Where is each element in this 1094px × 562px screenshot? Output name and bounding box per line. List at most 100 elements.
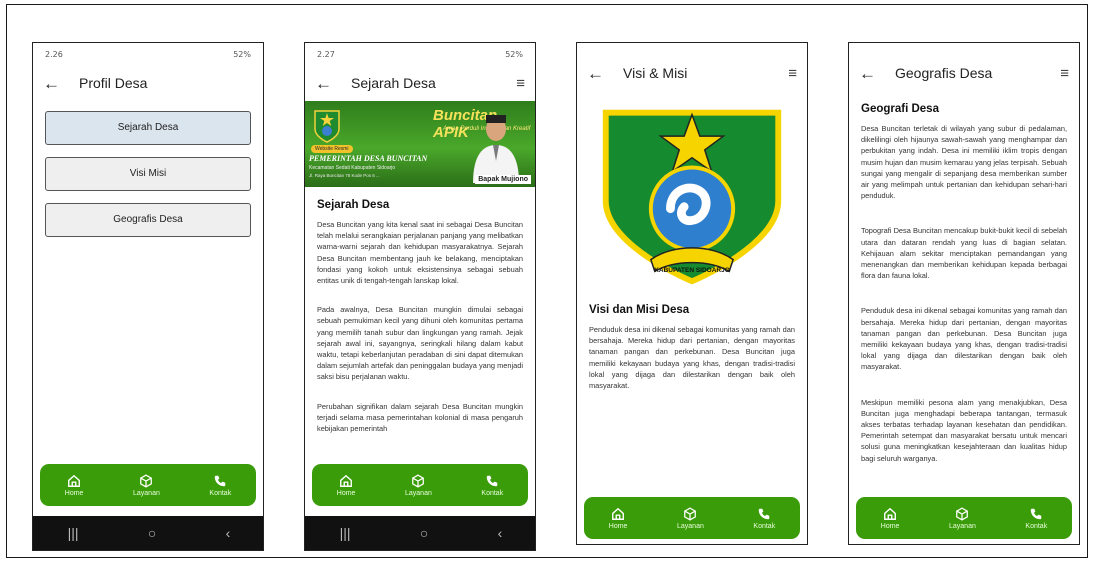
banner-person-name: Bapak Mujiono xyxy=(475,175,531,184)
nav-home[interactable]: Home xyxy=(64,474,84,497)
phone-geografis-desa: ← Geografis Desa ≡ Geografi Desa Desa Bu… xyxy=(848,42,1080,545)
system-nav-bar: ||| ○ ‹ xyxy=(33,516,263,550)
page-title: Visi & Misi xyxy=(623,65,688,81)
nav-home[interactable]: Home xyxy=(608,507,628,530)
nav-kontak[interactable]: Kontak xyxy=(209,474,231,497)
nav-layanan-label: Layanan xyxy=(133,489,160,497)
status-bar: 2.27 52% xyxy=(305,43,535,65)
section-heading: Visi dan Misi Desa xyxy=(589,304,690,316)
bottom-nav: Home Layanan Kontak xyxy=(312,464,528,506)
system-back-icon[interactable]: ‹ xyxy=(226,525,231,541)
status-bar: 2.26 52% xyxy=(33,43,263,65)
page-title: Profil Desa xyxy=(79,75,148,91)
phone-visi-misi: ← Visi & Misi ≡ KABUPATEN SIDOARJO Visi … xyxy=(576,42,808,545)
banner-badge: Website Resmi xyxy=(311,145,353,153)
nav-home-label: Home xyxy=(880,522,900,530)
home-button-icon[interactable]: ○ xyxy=(148,525,156,541)
home-button-icon[interactable]: ○ xyxy=(420,525,428,541)
content: Geografi Desa Desa Buncitan terletak di … xyxy=(849,91,1079,491)
kabupaten-sidoarjo-emblem-icon xyxy=(602,109,782,285)
cube-icon xyxy=(684,506,697,521)
nav-kontak-label: Kontak xyxy=(209,489,232,497)
menu-icon[interactable]: ≡ xyxy=(505,75,525,92)
status-battery: 52% xyxy=(505,49,523,59)
nav-layanan[interactable]: Layanan xyxy=(405,473,432,497)
paragraph-2: Pada awalnya, Desa Buncitan mungkin dimu… xyxy=(317,305,523,382)
official-portrait-icon xyxy=(473,115,519,183)
banner-org: PEMERINTAH DESA BUNCITAN xyxy=(309,154,428,163)
nav-layanan[interactable]: Layanan xyxy=(677,506,704,530)
back-arrow-icon[interactable]: ← xyxy=(43,75,71,92)
banner-address: Jl. Raya Buncitan 78 Kode Pos 6 ... xyxy=(309,173,380,178)
paragraph-1: Desa Buncitan terletak di wilayah yang s… xyxy=(861,124,1067,201)
paragraph-4: Meskipun memiliki pesona alam yang menak… xyxy=(861,397,1067,463)
back-arrow-icon[interactable]: ← xyxy=(587,65,615,82)
page-title: Geografis Desa xyxy=(895,65,993,81)
nav-layanan-label: Layanan xyxy=(405,489,432,497)
phone-profil-desa: 2.26 52% ← Profil Desa Sejarah Desa Visi… xyxy=(32,42,264,551)
content: Sejarah Desa Desa Buncitan yang kita ken… xyxy=(305,199,535,434)
bottom-nav: Home Layanan Kontak xyxy=(856,497,1072,539)
status-time: 2.26 xyxy=(45,49,63,59)
section-heading: Sejarah Desa xyxy=(317,199,390,211)
bottom-nav: Home Layanan Kontak xyxy=(584,497,800,539)
emblem-text: KABUPATEN SIDOARJO xyxy=(654,267,730,274)
home-icon xyxy=(612,507,625,520)
page-title: Sejarah Desa xyxy=(351,75,436,91)
system-back-icon[interactable]: ‹ xyxy=(498,525,503,541)
nav-home-label: Home xyxy=(608,522,628,530)
bottom-nav: Home Layanan Kontak xyxy=(40,464,256,506)
nav-layanan[interactable]: Layanan xyxy=(133,473,160,497)
nav-layanan-label: Layanan xyxy=(949,522,976,530)
nav-home-label: Home xyxy=(64,489,84,497)
paragraph-1: Desa Buncitan yang kita kenal saat ini s… xyxy=(317,220,523,286)
cube-icon xyxy=(140,473,153,488)
nav-home[interactable]: Home xyxy=(880,507,900,530)
nav-kontak-label: Kontak xyxy=(481,489,504,497)
phone-icon xyxy=(487,475,498,486)
section-heading: Geografi Desa xyxy=(861,103,939,115)
sejarah-desa-button[interactable]: Sejarah Desa xyxy=(45,111,251,145)
app-bar: ← Geografis Desa ≡ xyxy=(849,55,1079,91)
nav-kontak[interactable]: Kontak xyxy=(1025,507,1047,530)
cube-icon xyxy=(956,506,969,521)
nav-layanan-label: Layanan xyxy=(677,522,704,530)
status-time: 2.27 xyxy=(317,49,335,59)
website-banner: Buncitan APIK Aman Perduli Inovasi dan K… xyxy=(305,101,535,187)
phone-sejarah-desa: 2.27 52% ← Sejarah Desa ≡ Buncitan APIK … xyxy=(304,42,536,551)
phone-icon xyxy=(759,508,770,519)
sidoarjo-logo-icon xyxy=(314,110,340,143)
cube-icon xyxy=(412,473,425,488)
status-battery: 52% xyxy=(233,49,251,59)
phone-icon xyxy=(215,475,226,486)
paragraph-1: Penduduk desa ini dikenal sebagai komuni… xyxy=(589,325,795,391)
nav-home-label: Home xyxy=(336,489,356,497)
nav-layanan[interactable]: Layanan xyxy=(949,506,976,530)
nav-kontak-label: Kontak xyxy=(1025,522,1048,530)
recents-icon[interactable]: ||| xyxy=(68,525,79,541)
home-icon xyxy=(68,474,81,487)
paragraph-2: Topografi Desa Buncitan mencakup bukit-b… xyxy=(861,226,1067,281)
paragraph-3: Perubahan signifikan dalam sejarah Desa … xyxy=(317,401,523,434)
recents-icon[interactable]: ||| xyxy=(340,525,351,541)
nav-kontak[interactable]: Kontak xyxy=(753,507,775,530)
back-arrow-icon[interactable]: ← xyxy=(315,75,343,92)
nav-home[interactable]: Home xyxy=(336,474,356,497)
banner-district: Kecamatan Sedati Kabupaten Sidoarjo xyxy=(309,165,396,171)
app-bar: ← Profil Desa xyxy=(33,65,263,101)
geografis-desa-button[interactable]: Geografis Desa xyxy=(45,203,251,237)
home-icon xyxy=(340,474,353,487)
menu-icon[interactable]: ≡ xyxy=(777,65,797,82)
phone-icon xyxy=(1031,508,1042,519)
paragraph-3: Penduduk desa ini dikenal sebagai komuni… xyxy=(861,306,1067,372)
app-bar: ← Visi & Misi ≡ xyxy=(577,55,807,91)
system-nav-bar: ||| ○ ‹ xyxy=(305,516,535,550)
back-arrow-icon[interactable]: ← xyxy=(859,65,887,82)
nav-kontak[interactable]: Kontak xyxy=(481,474,503,497)
menu-icon[interactable]: ≡ xyxy=(1049,65,1069,82)
app-bar: ← Sejarah Desa ≡ xyxy=(305,65,535,101)
nav-kontak-label: Kontak xyxy=(753,522,776,530)
visi-misi-button[interactable]: Visi Misi xyxy=(45,157,251,191)
content: Visi dan Misi Desa Penduduk desa ini dik… xyxy=(577,304,807,391)
home-icon xyxy=(884,507,897,520)
